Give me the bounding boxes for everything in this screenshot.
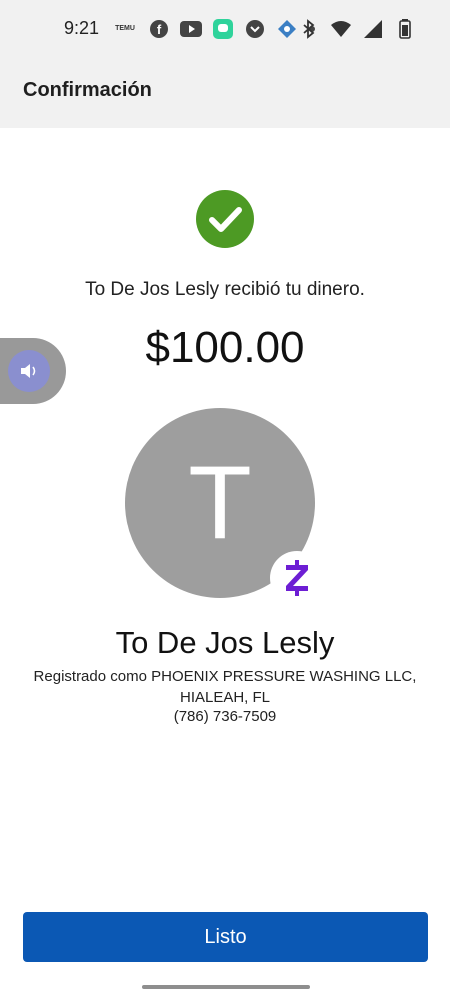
signal-icon	[362, 18, 384, 40]
wifi-icon	[330, 18, 352, 40]
battery-icon	[394, 18, 416, 40]
app-icon	[276, 18, 298, 40]
chat-app-icon	[212, 18, 234, 40]
app-header: Confirmación	[0, 60, 450, 128]
status-bar: 9:21 TEMU f	[0, 0, 450, 60]
registered-business: Registrado como PHOENIX PRESSURE WASHING…	[33, 668, 417, 706]
status-system-icons	[298, 18, 416, 40]
svg-text:f: f	[157, 22, 162, 37]
avatar-initial: T	[188, 445, 252, 561]
temu-label: TEMU	[115, 25, 135, 32]
done-button[interactable]: Listo	[23, 912, 428, 962]
status-notification-icons: TEMU f	[112, 18, 316, 40]
facebook-icon: f	[148, 18, 170, 40]
success-check-icon	[196, 190, 254, 248]
home-indicator[interactable]	[142, 985, 310, 989]
status-time: 9:21	[64, 18, 100, 38]
temu-icon: TEMU	[112, 18, 138, 40]
youtube-icon	[180, 18, 202, 40]
amount-sent: $100.00	[145, 323, 305, 372]
pocket-icon	[244, 18, 266, 40]
bluetooth-icon	[298, 18, 320, 40]
page-title: Confirmación	[23, 79, 152, 101]
zelle-icon	[270, 551, 324, 605]
recipient-phone: (786) 736-7509	[173, 708, 277, 725]
confirmation-message: To De Jos Lesly recibió tu dinero.	[85, 279, 365, 300]
recipient-name: To De Jos Lesly	[115, 625, 335, 660]
volume-icon[interactable]	[8, 350, 50, 392]
floating-volume-handle[interactable]	[0, 338, 66, 404]
